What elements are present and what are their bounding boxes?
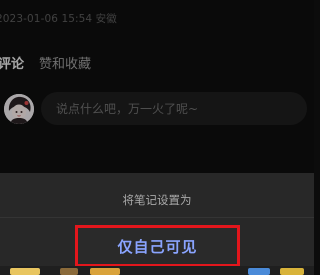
strip-tile-1 (10, 268, 40, 275)
note-comments-screen: 2023-01-06 15:54 安徽 评论 赞和收藏 说点什么吧，万一火了呢~… (0, 0, 314, 275)
strip-tile-2 (60, 268, 78, 275)
strip-tile-5 (280, 268, 304, 275)
visibility-action-sheet: 将笔记设置为 仅自己可见 (0, 173, 314, 275)
sheet-divider (0, 217, 314, 218)
sheet-title: 将笔记设置为 (122, 193, 192, 207)
bottom-content-strip (0, 266, 314, 275)
only-me-visible-button[interactable]: 仅自己可见 (75, 225, 240, 267)
strip-tile-3 (90, 268, 120, 275)
strip-tile-4 (248, 268, 270, 275)
